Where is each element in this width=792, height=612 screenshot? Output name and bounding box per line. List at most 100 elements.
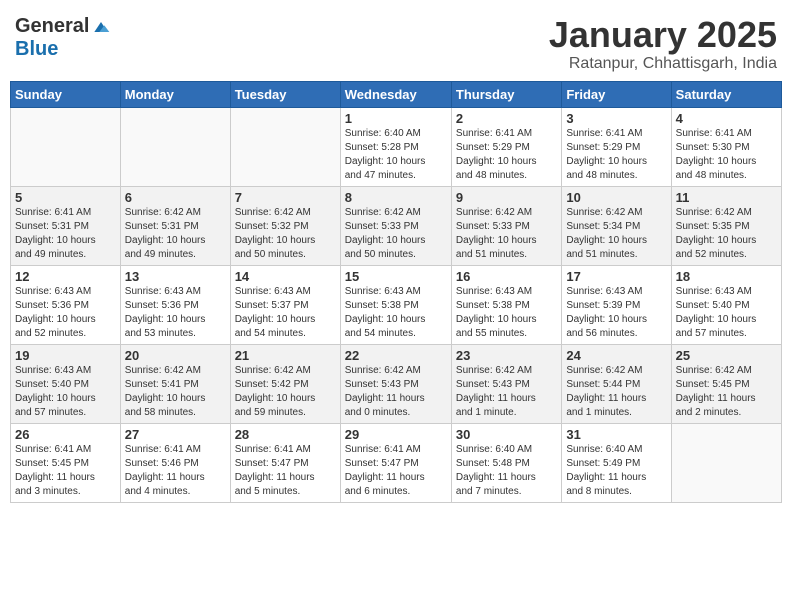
day-number: 31 [566,427,666,442]
weekday-header-sunday: Sunday [11,81,121,107]
day-info: Sunrise: 6:42 AMSunset: 5:33 PMDaylight:… [345,206,447,262]
day-info: Sunrise: 6:43 AMSunset: 5:38 PMDaylight:… [345,285,447,341]
week-row-5: 26Sunrise: 6:41 AMSunset: 5:45 PMDayligh… [11,423,782,502]
table-cell: 27Sunrise: 6:41 AMSunset: 5:46 PMDayligh… [120,423,230,502]
month-title: January 2025 [549,15,777,55]
table-cell [671,423,781,502]
day-number: 12 [15,269,116,284]
day-number: 1 [345,111,447,126]
title-section: January 2025 Ratanpur, Chhattisgarh, Ind… [549,15,777,73]
table-cell [230,107,340,186]
day-info: Sunrise: 6:41 AMSunset: 5:30 PMDaylight:… [676,127,777,183]
week-row-3: 12 Sunrise: 6:43 AMSunset: 5:36 PMDayligh… [11,265,782,344]
table-cell [120,107,230,186]
day-info: Sunrise: 6:43 AMSunset: 5:40 PMDaylight:… [15,364,116,420]
weekday-header-monday: Monday [120,81,230,107]
table-cell: 23Sunrise: 6:42 AMSunset: 5:43 PMDayligh… [451,344,561,423]
table-cell: 8Sunrise: 6:42 AMSunset: 5:33 PMDaylight… [340,186,451,265]
day-number: 13 [125,269,226,284]
table-cell: 17Sunrise: 6:43 AMSunset: 5:39 PMDayligh… [562,265,671,344]
day-info: Sunrise: 6:40 AMSunset: 5:28 PMDaylight:… [345,127,447,183]
table-cell: 24Sunrise: 6:42 AMSunset: 5:44 PMDayligh… [562,344,671,423]
day-info: Sunrise: 6:43 AMSunset: 5:39 PMDaylight:… [566,285,666,341]
day-info: Sunrise: 6:43 AMSunset: 5:36 PMDaylight:… [125,285,226,341]
day-number: 7 [235,190,336,205]
day-info: Sunrise: 6:41 AMSunset: 5:29 PMDaylight:… [566,127,666,183]
table-cell: 12Sunrise: 6:43 AMSunset: 5:36 PMDayligh… [11,265,121,344]
day-number: 22 [345,348,447,363]
day-number: 23 [456,348,557,363]
day-number: 19 [15,348,116,363]
weekday-header-wednesday: Wednesday [340,81,451,107]
day-info: Sunrise: 6:41 AMSunset: 5:45 PMDaylight:… [15,443,116,499]
table-cell: 28Sunrise: 6:41 AMSunset: 5:47 PMDayligh… [230,423,340,502]
table-cell: 7Sunrise: 6:42 AMSunset: 5:32 PMDaylight… [230,186,340,265]
table-cell: 16Sunrise: 6:43 AMSunset: 5:38 PMDayligh… [451,265,561,344]
day-number: 3 [566,111,666,126]
week-row-2: 5Sunrise: 6:41 AMSunset: 5:31 PMDaylight… [11,186,782,265]
table-cell: 20Sunrise: 6:42 AMSunset: 5:41 PMDayligh… [120,344,230,423]
day-number: 6 [125,190,226,205]
day-info: Sunrise: 6:41 AMSunset: 5:47 PMDaylight:… [235,443,336,499]
day-info: Sunrise: 6:41 AMSunset: 5:46 PMDaylight:… [125,443,226,499]
day-number: 17 [566,269,666,284]
day-info: Sunrise: 6:43 AMSunset: 5:40 PMDaylight:… [676,285,777,341]
table-cell: 22Sunrise: 6:42 AMSunset: 5:43 PMDayligh… [340,344,451,423]
table-cell: 4Sunrise: 6:41 AMSunset: 5:30 PMDaylight… [671,107,781,186]
day-number: 28 [235,427,336,442]
day-info: Sunrise: 6:42 AMSunset: 5:42 PMDaylight:… [235,364,336,420]
table-cell: 1Sunrise: 6:40 AMSunset: 5:28 PMDaylight… [340,107,451,186]
day-info: Sunrise: 6:42 AMSunset: 5:34 PMDaylight:… [566,206,666,262]
day-info: Sunrise: 6:43 AMSunset: 5:37 PMDaylight:… [235,285,336,341]
day-number: 11 [676,190,777,205]
day-number: 16 [456,269,557,284]
table-cell: 3Sunrise: 6:41 AMSunset: 5:29 PMDaylight… [562,107,671,186]
logo-icon [91,17,111,37]
table-cell [11,107,121,186]
weekday-header-thursday: Thursday [451,81,561,107]
day-info: Sunrise: 6:42 AMSunset: 5:31 PMDaylight:… [125,206,226,262]
location: Ratanpur, Chhattisgarh, India [549,55,777,73]
table-cell: 19Sunrise: 6:43 AMSunset: 5:40 PMDayligh… [11,344,121,423]
day-info: Sunrise: 6:42 AMSunset: 5:44 PMDaylight:… [566,364,666,420]
day-number: 24 [566,348,666,363]
table-cell: 30Sunrise: 6:40 AMSunset: 5:48 PMDayligh… [451,423,561,502]
week-row-1: 1Sunrise: 6:40 AMSunset: 5:28 PMDaylight… [11,107,782,186]
day-number: 26 [15,427,116,442]
table-cell: 10Sunrise: 6:42 AMSunset: 5:34 PMDayligh… [562,186,671,265]
page-header: General Blue January 2025 Ratanpur, Chha… [10,10,782,73]
table-cell: 5Sunrise: 6:41 AMSunset: 5:31 PMDaylight… [11,186,121,265]
table-cell: 15Sunrise: 6:43 AMSunset: 5:38 PMDayligh… [340,265,451,344]
day-number: 4 [676,111,777,126]
weekday-header-saturday: Saturday [671,81,781,107]
weekday-header-friday: Friday [562,81,671,107]
table-cell: 9Sunrise: 6:42 AMSunset: 5:33 PMDaylight… [451,186,561,265]
logo: General Blue [15,15,111,61]
table-cell: 2Sunrise: 6:41 AMSunset: 5:29 PMDaylight… [451,107,561,186]
week-row-4: 19Sunrise: 6:43 AMSunset: 5:40 PMDayligh… [11,344,782,423]
day-number: 18 [676,269,777,284]
day-info: Sunrise: 6:42 AMSunset: 5:43 PMDaylight:… [456,364,557,420]
weekday-header-tuesday: Tuesday [230,81,340,107]
day-number: 2 [456,111,557,126]
day-number: 8 [345,190,447,205]
day-info: Sunrise: 6:42 AMSunset: 5:43 PMDaylight:… [345,364,447,420]
logo-blue-text: Blue [15,38,58,61]
day-info: Sunrise: 6:40 AMSunset: 5:48 PMDaylight:… [456,443,557,499]
table-cell: 13Sunrise: 6:43 AMSunset: 5:36 PMDayligh… [120,265,230,344]
day-info: Sunrise: 6:43 AMSunset: 5:38 PMDaylight:… [456,285,557,341]
day-number: 10 [566,190,666,205]
day-number: 27 [125,427,226,442]
day-info: Sunrise: 6:42 AMSunset: 5:45 PMDaylight:… [676,364,777,420]
day-number: 29 [345,427,447,442]
calendar-table: SundayMondayTuesdayWednesdayThursdayFrid… [10,81,782,503]
day-info: Sunrise: 6:42 AMSunset: 5:41 PMDaylight:… [125,364,226,420]
table-cell: 26Sunrise: 6:41 AMSunset: 5:45 PMDayligh… [11,423,121,502]
table-cell: 14Sunrise: 6:43 AMSunset: 5:37 PMDayligh… [230,265,340,344]
table-cell: 29Sunrise: 6:41 AMSunset: 5:47 PMDayligh… [340,423,451,502]
day-info: Sunrise: 6:42 AMSunset: 5:32 PMDaylight:… [235,206,336,262]
day-info: Sunrise: 6:41 AMSunset: 5:47 PMDaylight:… [345,443,447,499]
table-cell: 18Sunrise: 6:43 AMSunset: 5:40 PMDayligh… [671,265,781,344]
weekday-header-row: SundayMondayTuesdayWednesdayThursdayFrid… [11,81,782,107]
day-info: Sunrise: 6:42 AMSunset: 5:33 PMDaylight:… [456,206,557,262]
